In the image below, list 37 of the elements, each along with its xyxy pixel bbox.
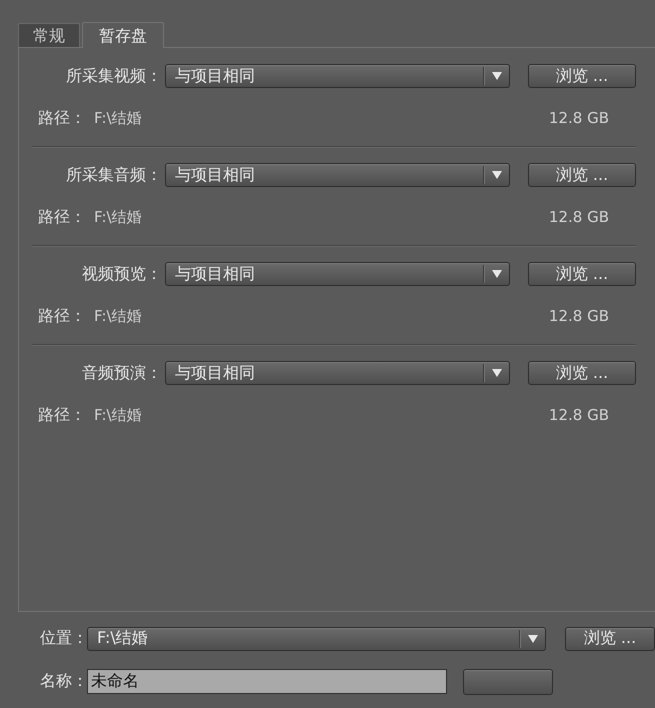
browse-button[interactable]: 浏览 ... — [528, 361, 636, 385]
browse-button[interactable]: 浏览 ... — [565, 626, 655, 650]
browse-button[interactable]: 浏览 ... — [528, 262, 636, 286]
dropdown[interactable]: 与项目相同 — [165, 361, 510, 385]
dropdown[interactable]: 与项目相同 — [165, 163, 510, 187]
path-value: F:\结婚 — [94, 108, 143, 128]
free-space: 12.8 GB — [548, 307, 609, 325]
free-space: 12.8 GB — [548, 406, 609, 424]
path-label: 路径： — [38, 306, 87, 326]
tab[interactable]: 暂存盘 — [82, 22, 164, 48]
dialog-button[interactable] — [463, 668, 553, 694]
field-label: 视频预览： — [81, 264, 162, 284]
caret-icon — [492, 369, 502, 377]
location-dropdown[interactable]: F:\结婚 — [87, 626, 546, 650]
path-value: F:\结婚 — [94, 208, 143, 226]
free-space: 12.8 GB — [548, 109, 609, 127]
path-label: 路径： — [38, 206, 87, 228]
path-value: F:\结婚 — [94, 406, 143, 424]
name-field[interactable]: 未命名 — [87, 669, 447, 694]
free-space: 12.8 GB — [548, 208, 609, 226]
path-value: F:\结婚 — [94, 306, 143, 326]
browse-button[interactable]: 浏览 ... — [528, 163, 636, 187]
caret-icon — [528, 634, 538, 642]
path-label: 路径： — [38, 108, 87, 128]
path-label: 路径： — [38, 404, 87, 426]
field-label: 所采集音频： — [65, 164, 162, 186]
caret-icon — [492, 270, 502, 278]
caret-icon — [492, 171, 502, 179]
dropdown[interactable]: 与项目相同 — [165, 64, 510, 88]
tab[interactable]: 常规 — [18, 23, 80, 47]
location-label: 位置： — [40, 628, 87, 649]
field-label: 音频预演： — [81, 362, 162, 384]
field-label: 所采集视频： — [65, 66, 162, 86]
browse-button[interactable]: 浏览 ... — [528, 64, 636, 88]
name-label: 名称： — [40, 671, 87, 692]
dropdown[interactable]: 与项目相同 — [165, 262, 510, 286]
caret-icon — [492, 72, 502, 80]
